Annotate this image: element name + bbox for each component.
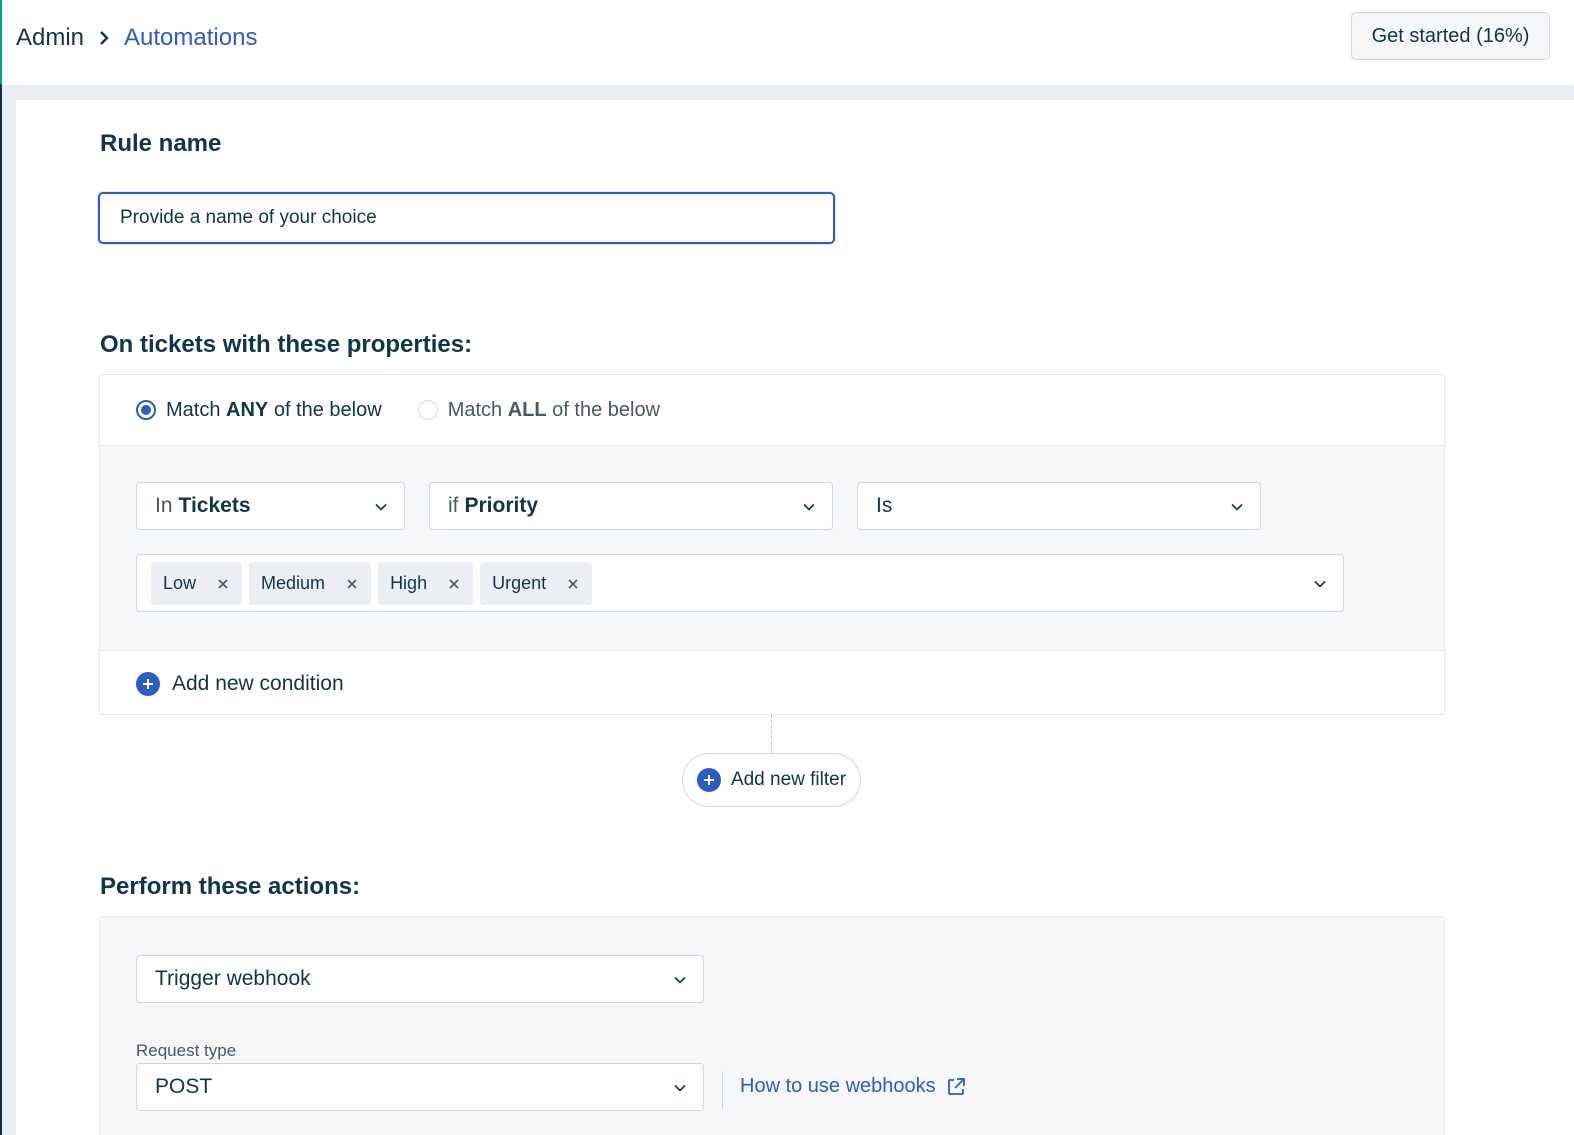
condition-values-multiselect[interactable]: Low Medium High Urgent xyxy=(136,554,1344,612)
condition-operator-dropdown[interactable]: Is xyxy=(857,482,1261,530)
match-all-option[interactable]: Match ALL of the below xyxy=(417,398,661,422)
add-filter-label: Add new filter xyxy=(730,769,847,790)
remove-tag-icon[interactable] xyxy=(447,577,461,591)
match-any-radio[interactable] xyxy=(136,400,156,420)
chevron-down-icon xyxy=(1314,580,1326,588)
chevron-down-icon xyxy=(1231,503,1243,511)
match-all-text: Match ALL of the below xyxy=(447,398,661,421)
actions-title: Perform these actions: xyxy=(100,873,361,900)
plus-circle-icon xyxy=(696,768,721,792)
add-condition-label: Add new condition xyxy=(172,671,344,695)
value-tag: Urgent xyxy=(480,562,593,605)
rule-name-input[interactable] xyxy=(98,192,835,244)
filter-connector xyxy=(771,715,772,754)
value-tag: Low xyxy=(151,562,243,605)
value-tags: Low Medium High Urgent xyxy=(151,562,593,605)
chevron-down-icon xyxy=(674,976,686,984)
in-entity-dropdown[interactable]: In Tickets xyxy=(136,482,405,530)
match-any-text: Match ANY of the below xyxy=(166,398,382,421)
remove-tag-icon[interactable] xyxy=(216,577,230,591)
match-all-radio[interactable] xyxy=(417,400,438,420)
breadcrumb: Admin Automations xyxy=(16,22,257,54)
external-link-icon xyxy=(947,1077,965,1095)
condition-field-dropdown[interactable]: if Priority xyxy=(429,482,833,530)
breadcrumb-admin[interactable]: Admin xyxy=(16,24,84,52)
plus-circle-icon xyxy=(136,671,160,696)
match-any-option[interactable]: Match ANY of the below xyxy=(136,399,382,422)
chevron-right-icon xyxy=(84,30,124,46)
remove-tag-icon[interactable] xyxy=(345,577,359,591)
request-type-label: Request type xyxy=(136,1041,237,1060)
conditions-box: Match ANY of the below Match ALL of the … xyxy=(99,374,1445,715)
get-started-button[interactable]: Get started (16%) xyxy=(1351,12,1550,60)
remove-tag-icon[interactable] xyxy=(566,577,580,591)
add-filter-button[interactable]: Add new filter xyxy=(682,753,861,807)
webhook-help-link[interactable]: How to use webhooks xyxy=(740,1075,966,1098)
top-bar: Admin Automations Get started (16%) xyxy=(2,0,1574,85)
value-tag: Medium xyxy=(249,562,372,605)
divider xyxy=(722,1071,723,1109)
chevron-down-icon xyxy=(803,503,815,511)
rule-name-label: Rule name xyxy=(100,130,222,157)
chevron-down-icon xyxy=(375,503,387,511)
breadcrumb-automations[interactable]: Automations xyxy=(124,24,257,52)
app-edge xyxy=(0,0,2,1135)
value-tag: High xyxy=(378,562,474,605)
rule-editor-panel: Rule name On tickets with these properti… xyxy=(16,100,1574,1135)
conditions-title: On tickets with these properties: xyxy=(100,331,473,358)
action-type-dropdown[interactable]: Trigger webhook xyxy=(136,955,704,1003)
chevron-down-icon xyxy=(674,1084,686,1092)
match-type-row: Match ANY of the below Match ALL of the … xyxy=(100,375,1444,446)
add-condition-button[interactable]: Add new condition xyxy=(100,650,1444,714)
request-type-dropdown[interactable]: POST xyxy=(136,1063,704,1111)
actions-box: Trigger webhook Request type POST How to… xyxy=(99,916,1445,1135)
